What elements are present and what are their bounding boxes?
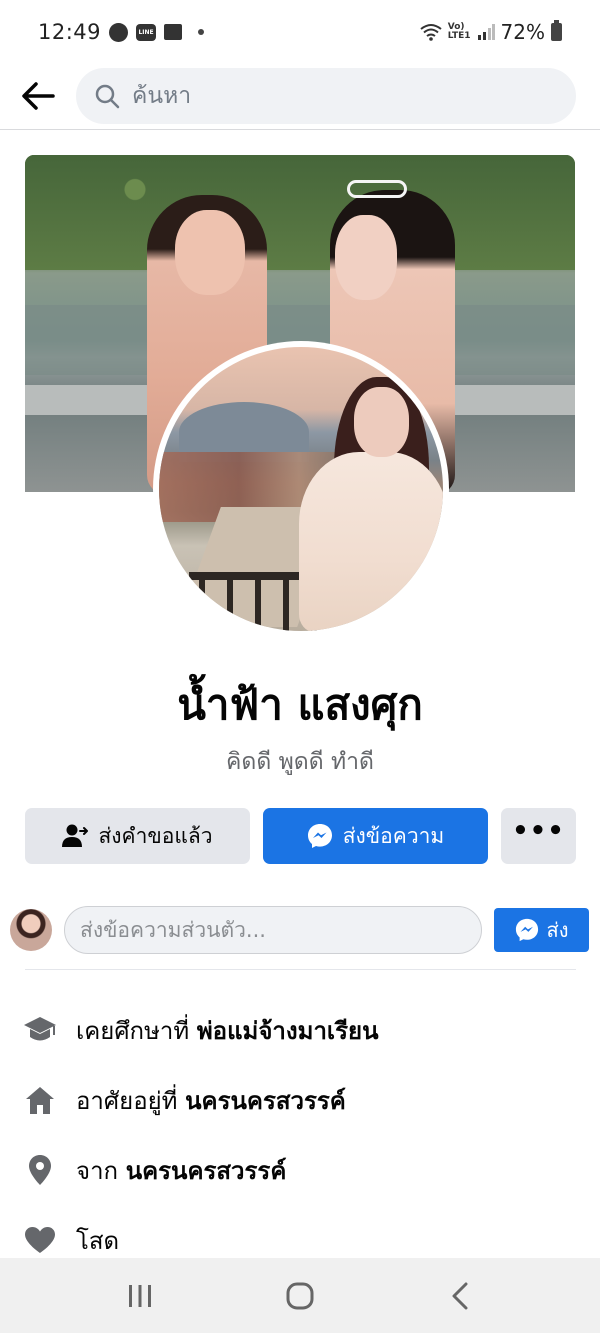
detail-current-city-prefix: อาศัยอยู่ที่ [76,1086,186,1115]
messenger-icon [307,824,332,848]
divider [25,969,576,970]
detail-hometown: จาก นครนครสวรรค์ [22,1135,582,1205]
search-header: ค้นหา [0,62,600,130]
signal-icon [477,24,495,40]
heart-icon [22,1222,58,1258]
cover-hedge [25,155,575,270]
battery-percentage: 72% [500,20,545,44]
message-button-label: ส่งข้อความ [342,823,445,848]
profile-picture-body [299,452,443,631]
status-bar: 12:49 LINE Vo) LTE1 72% [0,0,600,64]
search-placeholder: ค้นหา [132,82,192,109]
system-back-button[interactable] [430,1266,490,1326]
friend-request-sent-button[interactable]: ส่งคำขอแล้ว [25,808,250,864]
send-button[interactable]: ส่ง [494,908,589,952]
detail-current-city-value[interactable]: นครนครสวรรค์ [185,1087,346,1115]
home-button[interactable] [270,1266,330,1326]
search-input[interactable]: ค้นหา [76,67,576,124]
gallery-notification-icon [164,24,183,40]
back-button[interactable] [0,68,76,124]
messenger-icon [515,918,538,942]
detail-hometown-prefix: จาก [76,1156,126,1185]
recent-apps-icon [129,1284,151,1307]
home-icon [22,1082,58,1118]
detail-hometown-value[interactable]: นครนครสวรรค์ [126,1157,287,1185]
profile-action-row: ส่งคำขอแล้ว ส่งข้อความ ••• [25,808,576,864]
line-notification-icon: LINE [136,23,157,41]
battery-icon [551,20,562,41]
recent-apps-button[interactable] [110,1266,170,1326]
avatar [10,909,52,951]
private-message-input[interactable]: ส่งข้อความส่วนตัว... [64,906,482,954]
message-button[interactable]: ส่งข้อความ [263,808,488,864]
arrow-left-icon [22,81,55,110]
person-added-icon [62,824,89,847]
more-options-button[interactable]: ••• [501,808,576,864]
profile-picture-image [159,347,443,631]
profile-picture[interactable] [153,341,449,637]
private-message-placeholder: ส่งข้อความส่วนตัว... [80,917,266,942]
detail-education-prefix: เคยศึกษาที่ [76,1016,197,1045]
status-time: 12:49 [38,20,102,44]
profile-bio: คิดดี พูดดี ทำดี [226,749,374,775]
detail-education: เคยศึกษาที่ พ่อแม่จ้างมาเรียน [22,995,582,1065]
detail-current-city: อาศัยอยู่ที่ นครนครสวรรค์ [22,1065,582,1135]
cover-person-left-face [175,210,245,295]
cover-person-right-face [335,215,397,300]
profile-details: เคยศึกษาที่ พ่อแม่จ้างมาเรียน อาศัยอยู่ท… [22,995,582,1275]
location-pin-icon [22,1152,58,1188]
more-dots-icon: ••• [512,816,565,846]
chevron-left-icon [452,1282,468,1309]
send-button-label: ส่ง [546,918,569,942]
volte-indicator: Vo) LTE1 [447,22,471,41]
friend-request-sent-label: ส่งคำขอแล้ว [98,823,213,848]
home-circle-icon [286,1282,314,1309]
more-notifications-icon [198,29,205,35]
detail-education-value[interactable]: พ่อแม่จ้างมาเรียน [197,1017,379,1045]
private-message-bar: ส่งข้อความส่วนตัว... ส่ง [10,905,590,955]
profile-picture-face [354,387,409,457]
sunglasses [347,180,407,198]
wifi-icon [420,24,442,41]
graduation-cap-icon [22,1012,58,1048]
messenger-notification-icon [109,22,129,42]
detail-relationship-label: โสด [76,1226,120,1255]
system-navigation-bar [0,1258,600,1333]
profile-name: น้ำฟ้า แสงศุก [177,680,423,729]
search-icon [95,84,120,108]
